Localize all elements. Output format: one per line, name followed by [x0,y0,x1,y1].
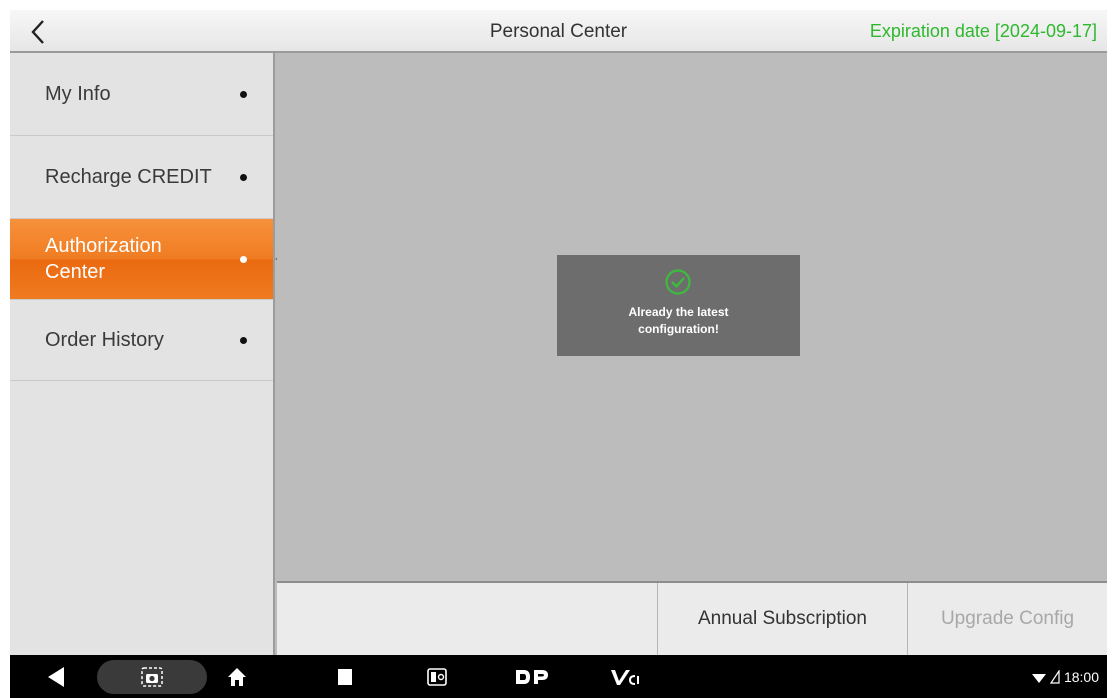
nav-dp-shortcut[interactable] [510,655,554,698]
sidebar-item-order-history[interactable]: Order History [10,300,273,381]
bullet-dot-icon [240,174,247,181]
toast-message: Already the latest configuration! [557,255,800,356]
action-bar: Annual Subscription Upgrade Config [277,581,1107,655]
nav-vci-shortcut[interactable] [605,655,645,698]
signal-icon [1049,669,1060,684]
sidebar-item-my-info[interactable]: My Info [10,53,273,136]
expiration-date: Expiration date [2024-09-17] [869,21,1097,41]
sidebar-item-label: Authorization Center [45,235,162,283]
screenshot-camera-icon [141,666,163,687]
header-bar: Personal Center Expiration date [2024-09… [10,10,1107,53]
nav-app-shortcut[interactable] [420,655,454,698]
app-icon [427,667,447,686]
dp-logo-icon [516,669,548,684]
sidebar: My Info Recharge CREDIT Authorization Ce… [10,53,281,655]
wifi-icon [1031,673,1046,683]
bullet-dot-icon [240,91,247,98]
annual-subscription-button[interactable]: Annual Subscription [657,583,907,655]
sidebar-item-recharge-credit[interactable]: Recharge CREDIT [10,136,273,219]
sidebar-item-label: Order History [45,329,164,351]
sidebar-item-label: My Info [45,83,111,105]
status-area: 18:00 [1031,655,1099,698]
bullet-dot-icon [240,256,247,263]
back-triangle-icon [48,666,64,687]
back-button[interactable] [22,16,54,48]
toast-text: Already the latest configuration! [628,305,729,336]
system-nav-bar: 18:00 [10,655,1107,698]
nav-back-button[interactable] [38,655,74,698]
recent-apps-icon [338,668,352,685]
check-circle-icon [665,269,691,295]
nav-recent-apps-button[interactable] [328,655,362,698]
clock-time: 18:00 [1063,668,1099,685]
home-icon [228,667,246,686]
vci-logo-icon [611,669,639,685]
screenshot-button[interactable] [97,655,207,698]
sidebar-item-authorization-center[interactable]: Authorization Center [10,219,281,300]
sidebar-item-label: Recharge CREDIT [45,166,212,188]
chevron-left-icon [31,20,44,44]
nav-home-button[interactable] [220,655,254,698]
bullet-dot-icon [240,337,247,344]
upgrade-config-button[interactable]: Upgrade Config [907,583,1107,655]
